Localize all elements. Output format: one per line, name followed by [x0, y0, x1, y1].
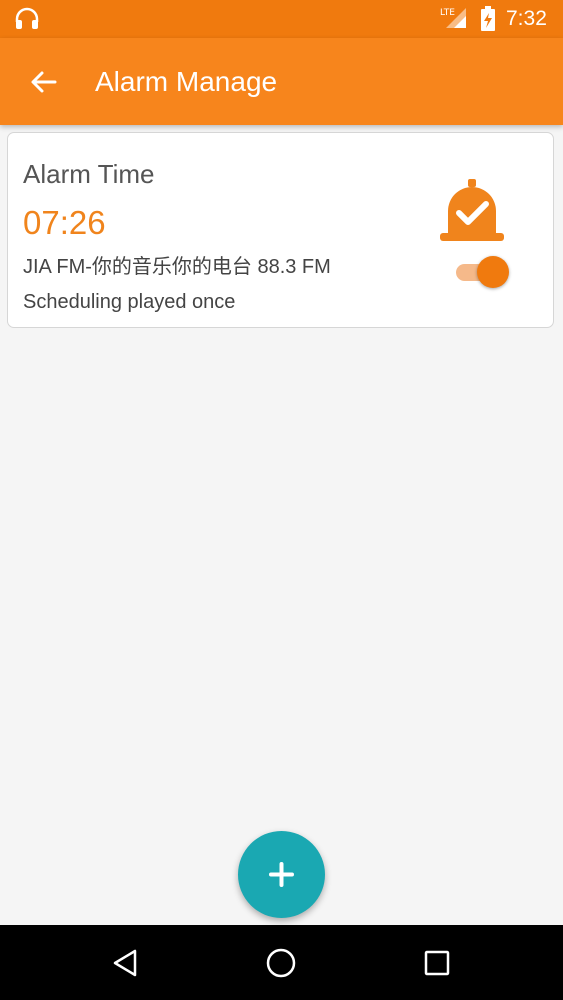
arrow-back-icon: [22, 71, 66, 108]
lte-signal-icon: LTE: [440, 6, 468, 35]
home-circle-icon: [261, 948, 301, 987]
nav-recents-button[interactable]: [417, 943, 457, 983]
alarm-check-icon: [436, 179, 508, 254]
nav-home-button[interactable]: [261, 943, 301, 983]
alarm-label: Alarm Time: [23, 159, 155, 189]
status-bar: LTE 7:32: [0, 0, 563, 38]
page-title: Alarm Manage: [95, 66, 278, 97]
recents-square-icon: [417, 950, 457, 987]
add-alarm-button[interactable]: [238, 831, 325, 918]
headphones-icon: [14, 7, 40, 36]
nav-back-button[interactable]: [105, 943, 145, 983]
alarm-station: JIA FM-你的音乐你的电台 88.3 FM: [23, 256, 331, 278]
alarm-time: 07:26: [23, 204, 106, 241]
back-triangle-icon: [105, 949, 145, 987]
back-button[interactable]: [22, 60, 66, 104]
app-bar: Alarm Manage: [0, 38, 563, 125]
navigation-bar: [0, 925, 563, 1000]
plus-icon: [269, 862, 294, 892]
alarm-toggle[interactable]: [453, 255, 509, 289]
battery-charging-icon: [480, 6, 496, 37]
lte-label: LTE: [440, 8, 455, 18]
status-time: 7:32: [506, 7, 547, 30]
alarm-schedule: Scheduling played once: [23, 291, 236, 313]
alarm-card[interactable]: Alarm Time 07:26 JIA FM-你的音乐你的电台 88.3 FM…: [7, 132, 554, 328]
toggle-thumb: [477, 256, 509, 288]
